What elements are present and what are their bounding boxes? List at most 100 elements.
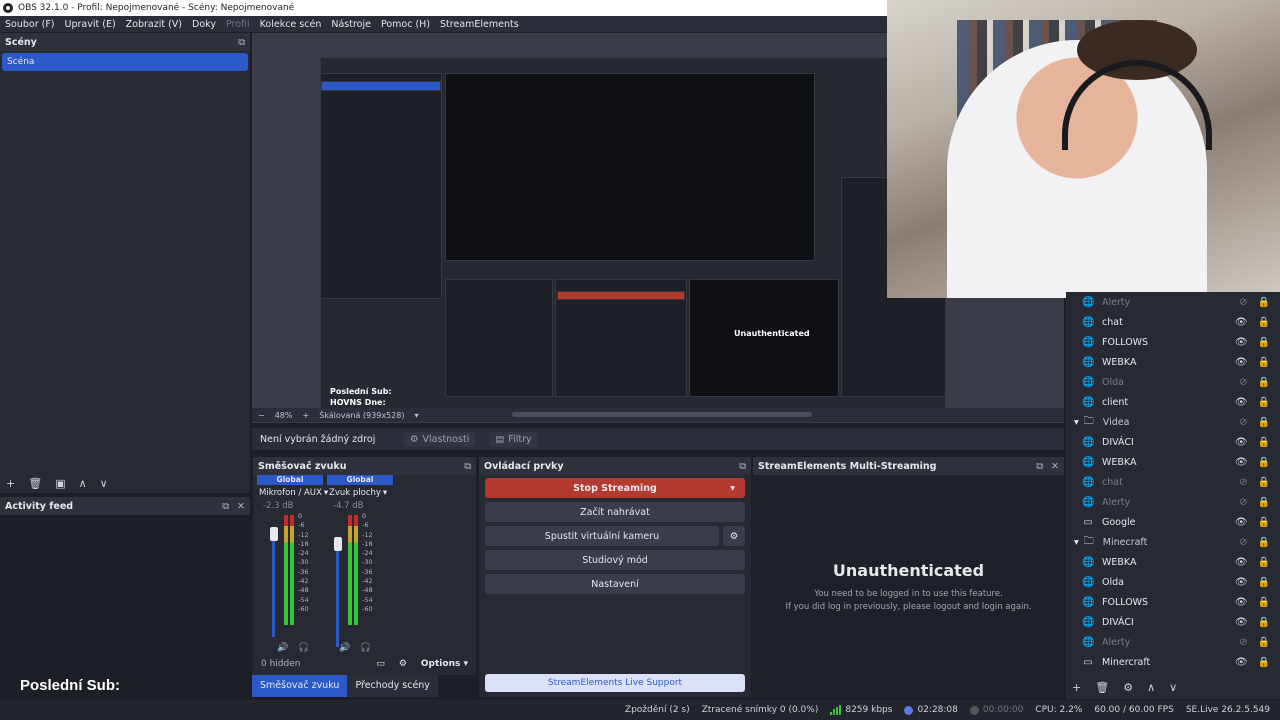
move-up-icon[interactable]: ∧ xyxy=(79,477,87,490)
tab-audio-mixer[interactable]: Směšovač zvuku xyxy=(252,675,348,697)
source-properties-icon[interactable]: ⚙ xyxy=(1123,681,1133,694)
eye-icon[interactable]: 👁 xyxy=(1235,617,1248,628)
chevron-down-icon[interactable]: ▾ xyxy=(383,488,387,498)
eye-off-icon[interactable]: ⊘ xyxy=(1239,297,1247,308)
source-row[interactable]: 🌐 WEBKA 👁 🔒 xyxy=(1066,552,1280,572)
headphones-icon[interactable]: 🎧 xyxy=(298,643,309,653)
eye-icon[interactable]: 👁 xyxy=(1235,557,1248,568)
volume-slider-handle[interactable] xyxy=(334,537,342,551)
menu-profile[interactable]: Profil xyxy=(226,19,250,30)
source-row[interactable]: 🌐 WEBKA 👁 🔒 xyxy=(1066,452,1280,472)
menu-tools[interactable]: Nástroje xyxy=(331,19,371,30)
lock-icon[interactable]: 🔒 xyxy=(1258,417,1270,428)
volume-slider-track[interactable] xyxy=(336,537,339,647)
lock-icon[interactable]: 🔒 xyxy=(1258,497,1270,508)
close-icon[interactable]: ✕ xyxy=(1051,461,1059,472)
eye-icon[interactable]: 👁 xyxy=(1235,577,1248,588)
source-row[interactable]: 🌐 Alerty ⊘ 🔒 xyxy=(1066,632,1280,652)
source-row[interactable]: 🌐 DIVÁCI 👁 🔒 xyxy=(1066,432,1280,452)
source-row[interactable]: ▭ Google 👁 🔒 xyxy=(1066,512,1280,532)
tab-scene-transitions[interactable]: Přechody scény xyxy=(347,675,438,697)
chevron-down-icon[interactable]: ▾ xyxy=(1074,537,1079,548)
lock-icon[interactable]: 🔒 xyxy=(1258,477,1270,488)
preview-canvas[interactable]: Unauthenticated Poslední Sub: HOVNS Dne: xyxy=(320,57,946,411)
source-row[interactable]: 🌐 chat 👁 🔒 xyxy=(1066,312,1280,332)
lock-icon[interactable]: 🔒 xyxy=(1258,457,1270,468)
scale-mode[interactable]: Škálovaná (939x528) xyxy=(319,411,404,420)
eye-icon[interactable]: 👁 xyxy=(1235,397,1248,408)
properties-button[interactable]: ⚙ Vlastnosti xyxy=(404,431,476,447)
speaker-icon[interactable]: 🔊 xyxy=(277,643,288,653)
eye-off-icon[interactable]: ⊘ xyxy=(1239,497,1247,508)
add-scene-icon[interactable]: + xyxy=(6,477,15,490)
lock-icon[interactable]: 🔒 xyxy=(1258,537,1270,548)
channel-name[interactable]: Mikrofon / AUX ▾ xyxy=(257,485,328,501)
zoom-out-button[interactable]: − xyxy=(258,411,265,420)
virtual-camera-button[interactable]: Spustit virtuální kameru xyxy=(485,526,719,546)
preview-scrollbar[interactable] xyxy=(512,412,812,417)
source-row[interactable]: ▾ 🗀 Videa ⊘ 🔒 xyxy=(1066,412,1280,432)
eye-off-icon[interactable]: ⊘ xyxy=(1239,417,1247,428)
undock-icon[interactable]: ⧉ xyxy=(1036,461,1043,472)
menu-scene-collection[interactable]: Kolekce scén xyxy=(260,19,322,30)
lock-icon[interactable]: 🔒 xyxy=(1258,437,1270,448)
stop-streaming-button[interactable]: Stop Streaming ▾ xyxy=(485,478,745,498)
filters-button[interactable]: ▤ Filtry xyxy=(489,431,538,447)
eye-off-icon[interactable]: ⊘ xyxy=(1239,537,1247,548)
eye-off-icon[interactable]: ⊘ xyxy=(1239,637,1247,648)
move-up-icon[interactable]: ∧ xyxy=(1147,681,1155,694)
live-support-button[interactable]: StreamElements Live Support xyxy=(485,674,745,692)
remove-source-icon[interactable]: 🗑 xyxy=(1095,681,1109,694)
lock-icon[interactable]: 🔒 xyxy=(1258,637,1270,648)
scene-filters-icon[interactable]: ▣ xyxy=(55,477,65,490)
volume-slider-handle[interactable] xyxy=(270,527,278,541)
eye-icon[interactable]: 👁 xyxy=(1235,437,1248,448)
source-row[interactable]: 🌐 client 👁 🔒 xyxy=(1066,392,1280,412)
source-row[interactable]: 🌐 chat ⊘ 🔒 xyxy=(1066,472,1280,492)
menu-streamelements[interactable]: StreamElements xyxy=(440,19,519,30)
chevron-down-icon[interactable]: ▾ xyxy=(1074,417,1079,428)
undock-icon[interactable]: ⧉ xyxy=(464,461,471,472)
eye-icon[interactable]: 👁 xyxy=(1235,517,1248,528)
eye-icon[interactable]: 👁 xyxy=(1235,597,1248,608)
menu-file[interactable]: Soubor (F) xyxy=(5,19,55,30)
source-row[interactable]: ▾ 🗀 Minecraft ⊘ 🔒 xyxy=(1066,532,1280,552)
lock-icon[interactable]: 🔒 xyxy=(1258,517,1270,528)
lock-icon[interactable]: 🔒 xyxy=(1258,557,1270,568)
eye-off-icon[interactable]: ⊘ xyxy=(1239,477,1247,488)
source-row[interactable]: 🌐 Olda ⊘ 🔒 xyxy=(1066,372,1280,392)
studio-mode-button[interactable]: Studiový mód xyxy=(485,550,745,570)
lock-icon[interactable]: 🔒 xyxy=(1258,657,1270,668)
menu-view[interactable]: Zobrazit (V) xyxy=(126,19,182,30)
undock-icon[interactable]: ⧉ xyxy=(222,501,229,512)
eye-icon[interactable]: 👁 xyxy=(1235,357,1248,368)
menu-help[interactable]: Pomoc (H) xyxy=(381,19,430,30)
source-row[interactable]: 🌐 DIVÁCI 👁 🔒 xyxy=(1066,612,1280,632)
start-recording-button[interactable]: Začít nahrávat xyxy=(485,502,745,522)
chevron-down-icon[interactable]: ▾ xyxy=(730,483,735,494)
lock-icon[interactable]: 🔒 xyxy=(1258,377,1270,388)
source-row[interactable]: 🌐 WEBKA 👁 🔒 xyxy=(1066,352,1280,372)
move-down-icon[interactable]: ∨ xyxy=(100,477,108,490)
lock-icon[interactable]: 🔒 xyxy=(1258,317,1270,328)
headphones-icon[interactable]: 🎧 xyxy=(360,643,371,653)
chevron-down-icon[interactable]: ▾ xyxy=(414,411,418,420)
menu-docks[interactable]: Doky xyxy=(192,19,216,30)
eye-icon[interactable]: 👁 xyxy=(1235,657,1248,668)
lock-icon[interactable]: 🔒 xyxy=(1258,577,1270,588)
mixer-options-button[interactable]: Options ▾ xyxy=(421,659,468,669)
source-row[interactable]: 🌐 Olda 👁 🔒 xyxy=(1066,572,1280,592)
eye-icon[interactable]: 👁 xyxy=(1235,317,1248,328)
eye-icon[interactable]: 👁 xyxy=(1235,457,1248,468)
eye-off-icon[interactable]: ⊘ xyxy=(1239,377,1247,388)
add-source-icon[interactable]: + xyxy=(1072,681,1081,694)
lock-icon[interactable]: 🔒 xyxy=(1258,297,1270,308)
remove-scene-icon[interactable]: 🗑 xyxy=(28,477,42,490)
lock-icon[interactable]: 🔒 xyxy=(1258,357,1270,368)
channel-name[interactable]: Zvuk plochy ▾ xyxy=(327,485,393,501)
speaker-icon[interactable]: 🔊 xyxy=(339,643,350,653)
lock-icon[interactable]: 🔒 xyxy=(1258,337,1270,348)
advanced-audio-icon[interactable]: ⚙ xyxy=(399,659,407,669)
eye-icon[interactable]: 👁 xyxy=(1235,337,1248,348)
source-row[interactable]: 🌐 FOLLOWS 👁 🔒 xyxy=(1066,332,1280,352)
